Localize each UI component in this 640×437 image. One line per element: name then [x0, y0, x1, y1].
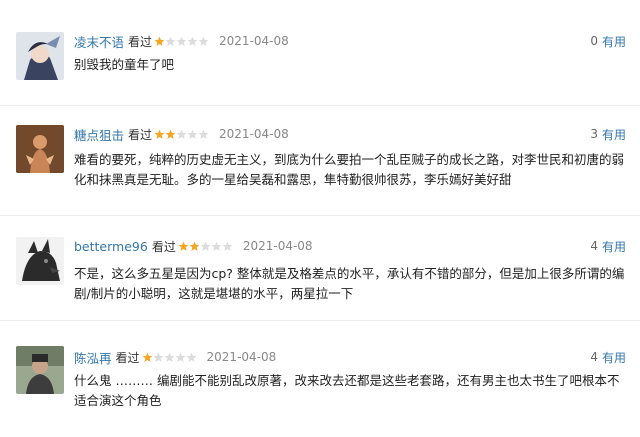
username-link[interactable]: 凌末不语	[74, 32, 124, 51]
review-date: 2021-04-08	[206, 350, 277, 364]
useful-vote[interactable]: 3 有用	[590, 125, 626, 143]
rating-stars	[154, 36, 209, 47]
review-text: 别毁我的童年了吧	[74, 57, 175, 72]
star-filled-icon	[189, 241, 200, 251]
username-link[interactable]: 糖点狙击	[74, 125, 124, 144]
username-link[interactable]: betterme96	[74, 239, 148, 254]
star-empty-icon	[186, 352, 196, 362]
star-filled-icon	[178, 241, 189, 251]
star-empty-icon	[211, 241, 222, 251]
watched-status: 看过	[128, 127, 153, 142]
avatar[interactable]	[16, 237, 64, 285]
review-text: 难看的要死，纯粹的历史虚无主义，到底为什么要拍一个乱臣贼子的成长之路，对李世民和…	[74, 152, 625, 187]
divider	[0, 320, 640, 321]
useful-count: 0	[590, 34, 598, 48]
divider	[0, 215, 640, 216]
review-date: 2021-04-08	[219, 34, 289, 48]
star-empty-icon	[153, 352, 163, 362]
useful-button[interactable]: 有用	[602, 33, 626, 50]
star-empty-icon	[198, 36, 209, 46]
watched-status: 看过	[128, 34, 153, 49]
star-filled-icon	[154, 129, 165, 139]
useful-vote[interactable]: 4 有用	[590, 348, 626, 366]
review-text: 不是，这么多五星是因为cp? 整体就是及格差点的水平，承认有不错的部分，但是加上…	[74, 266, 625, 301]
useful-vote[interactable]: 0 有用	[590, 32, 626, 50]
avatar[interactable]	[16, 346, 64, 394]
review-date: 2021-04-08	[242, 239, 313, 253]
star-empty-icon	[176, 36, 187, 46]
watched-status: 看过	[115, 350, 140, 365]
review-text: 什么鬼 ……… 编剧能不能别乱改原著，改来改去还都是这些老套路，还有男主也太书生…	[74, 373, 620, 408]
username-link[interactable]: 陈泓再	[74, 348, 112, 367]
review-meta: 糖点狙击 看过 2021-04-08	[74, 125, 289, 143]
watched-status: 看过	[151, 239, 176, 254]
star-empty-icon	[164, 352, 174, 362]
divider	[0, 105, 640, 106]
useful-count: 3	[590, 127, 598, 141]
avatar[interactable]	[16, 125, 64, 173]
star-empty-icon	[176, 129, 187, 139]
star-empty-icon	[222, 241, 233, 251]
star-filled-icon	[165, 129, 176, 139]
useful-button[interactable]: 有用	[602, 349, 626, 366]
useful-count: 4	[590, 239, 598, 253]
useful-button[interactable]: 有用	[602, 126, 626, 143]
review-meta: betterme96 看过 2021-04-08	[74, 237, 313, 255]
star-filled-icon	[142, 352, 152, 362]
review-meta: 陈泓再 看过 2021-04-08	[74, 348, 276, 366]
star-empty-icon	[165, 36, 176, 46]
star-empty-icon	[200, 241, 211, 251]
rating-stars	[142, 352, 197, 363]
star-empty-icon	[198, 129, 209, 139]
review-meta: 凌末不语 看过 2021-04-08	[74, 32, 289, 50]
star-empty-icon	[175, 352, 185, 362]
star-filled-icon	[154, 36, 165, 46]
review-date: 2021-04-08	[219, 127, 289, 141]
rating-stars	[178, 241, 233, 252]
avatar[interactable]	[16, 32, 64, 80]
star-empty-icon	[187, 36, 198, 46]
rating-stars	[154, 129, 209, 140]
useful-button[interactable]: 有用	[602, 238, 626, 255]
star-empty-icon	[187, 129, 198, 139]
useful-count: 4	[590, 350, 598, 364]
useful-vote[interactable]: 4 有用	[590, 237, 626, 255]
